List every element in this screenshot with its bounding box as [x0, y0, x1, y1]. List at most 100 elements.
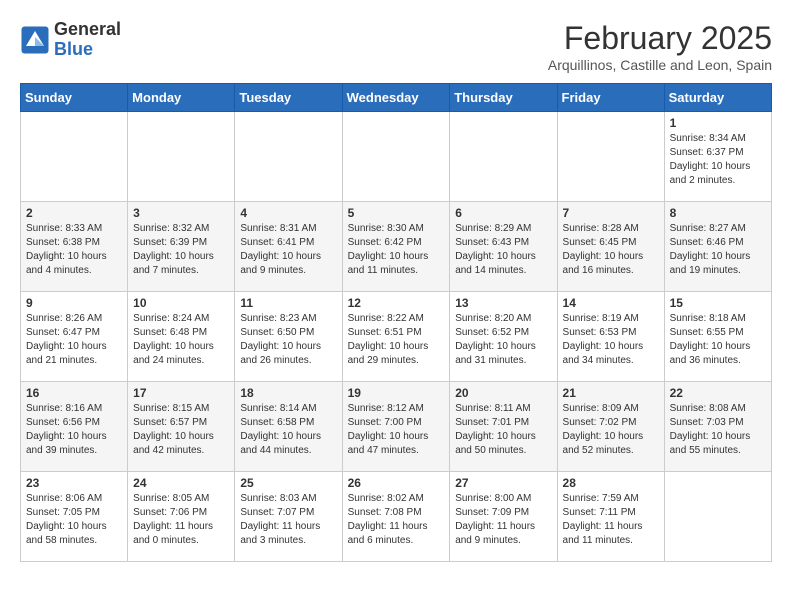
day-info: Sunrise: 8:09 AM Sunset: 7:02 PM Dayligh…	[563, 402, 659, 458]
calendar-cell: 9 Sunrise: 8:26 AM Sunset: 6:47 PM Daylig…	[21, 292, 128, 382]
day-info: Sunrise: 8:16 AM Sunset: 6:56 PM Dayligh…	[26, 402, 122, 458]
day-number: 11	[240, 296, 336, 310]
day-info: Sunrise: 8:00 AM Sunset: 7:09 PM Dayligh…	[455, 492, 551, 548]
day-number: 1	[670, 116, 766, 130]
day-number: 7	[563, 206, 659, 220]
calendar-cell: 5 Sunrise: 8:30 AM Sunset: 6:42 PM Daylig…	[342, 202, 450, 292]
calendar-cell: 7 Sunrise: 8:28 AM Sunset: 6:45 PM Daylig…	[557, 202, 664, 292]
calendar-cell: 6 Sunrise: 8:29 AM Sunset: 6:43 PM Daylig…	[450, 202, 557, 292]
day-info: Sunrise: 8:29 AM Sunset: 6:43 PM Dayligh…	[455, 222, 551, 278]
day-info: Sunrise: 8:18 AM Sunset: 6:55 PM Dayligh…	[670, 312, 766, 368]
day-number: 24	[133, 476, 229, 490]
calendar-table: SundayMondayTuesdayWednesdayThursdayFrid…	[20, 83, 772, 562]
day-info: Sunrise: 8:11 AM Sunset: 7:01 PM Dayligh…	[455, 402, 551, 458]
logo: General Blue	[20, 20, 121, 60]
day-number: 9	[26, 296, 122, 310]
day-info: Sunrise: 8:28 AM Sunset: 6:45 PM Dayligh…	[563, 222, 659, 278]
calendar-cell: 24Sunrise: 8:05 AM Sunset: 7:06 PM Dayli…	[128, 472, 235, 562]
col-header-tuesday: Tuesday	[235, 84, 342, 112]
day-info: Sunrise: 8:30 AM Sunset: 6:42 PM Dayligh…	[348, 222, 445, 278]
day-number: 13	[455, 296, 551, 310]
day-number: 18	[240, 386, 336, 400]
day-number: 19	[348, 386, 445, 400]
day-info: Sunrise: 8:08 AM Sunset: 7:03 PM Dayligh…	[670, 402, 766, 458]
day-number: 4	[240, 206, 336, 220]
day-info: Sunrise: 8:26 AM Sunset: 6:47 PM Dayligh…	[26, 312, 122, 368]
calendar-cell: 26Sunrise: 8:02 AM Sunset: 7:08 PM Dayli…	[342, 472, 450, 562]
logo-text: General Blue	[54, 20, 121, 60]
day-number: 20	[455, 386, 551, 400]
day-number: 26	[348, 476, 445, 490]
calendar-cell: 20 Sunrise: 8:11 AM Sunset: 7:01 PM Dayli…	[450, 382, 557, 472]
day-info: Sunrise: 8:19 AM Sunset: 6:53 PM Dayligh…	[563, 312, 659, 368]
calendar-cell: 3Sunrise: 8:32 AM Sunset: 6:39 PM Daylig…	[128, 202, 235, 292]
day-number: 22	[670, 386, 766, 400]
day-number: 25	[240, 476, 336, 490]
day-number: 5	[348, 206, 445, 220]
day-number: 10	[133, 296, 229, 310]
calendar-cell	[342, 112, 450, 202]
calendar-cell: 8Sunrise: 8:27 AM Sunset: 6:46 PM Daylig…	[664, 202, 771, 292]
week-row-1: 2 Sunrise: 8:33 AM Sunset: 6:38 PM Daylig…	[21, 202, 772, 292]
day-number: 16	[26, 386, 122, 400]
calendar-cell: 16 Sunrise: 8:16 AM Sunset: 6:56 PM Dayli…	[21, 382, 128, 472]
day-info: Sunrise: 8:14 AM Sunset: 6:58 PM Dayligh…	[240, 402, 336, 458]
calendar-cell: 14 Sunrise: 8:19 AM Sunset: 6:53 PM Dayli…	[557, 292, 664, 382]
title-block: February 2025 Arquillinos, Castille and …	[548, 20, 772, 73]
day-number: 6	[455, 206, 551, 220]
calendar-cell: 4 Sunrise: 8:31 AM Sunset: 6:41 PM Daylig…	[235, 202, 342, 292]
day-info: Sunrise: 8:12 AM Sunset: 7:00 PM Dayligh…	[348, 402, 445, 458]
calendar-cell: 28Sunrise: 7:59 AM Sunset: 7:11 PM Dayli…	[557, 472, 664, 562]
day-number: 15	[670, 296, 766, 310]
calendar-cell: 15 Sunrise: 8:18 AM Sunset: 6:55 PM Dayli…	[664, 292, 771, 382]
day-info: Sunrise: 8:27 AM Sunset: 6:46 PM Dayligh…	[670, 222, 766, 278]
day-number: 12	[348, 296, 445, 310]
col-header-sunday: Sunday	[21, 84, 128, 112]
calendar-cell: 11 Sunrise: 8:23 AM Sunset: 6:50 PM Dayli…	[235, 292, 342, 382]
day-number: 2	[26, 206, 122, 220]
col-header-saturday: Saturday	[664, 84, 771, 112]
day-number: 17	[133, 386, 229, 400]
calendar-cell: 27 Sunrise: 8:00 AM Sunset: 7:09 PM Dayli…	[450, 472, 557, 562]
col-header-wednesday: Wednesday	[342, 84, 450, 112]
calendar-cell: 22 Sunrise: 8:08 AM Sunset: 7:03 PM Dayli…	[664, 382, 771, 472]
col-header-monday: Monday	[128, 84, 235, 112]
day-number: 3	[133, 206, 229, 220]
logo-icon	[20, 25, 50, 55]
day-info: Sunrise: 8:22 AM Sunset: 6:51 PM Dayligh…	[348, 312, 445, 368]
calendar-cell: 1 Sunrise: 8:34 AM Sunset: 6:37 PM Daylig…	[664, 112, 771, 202]
calendar-cell	[235, 112, 342, 202]
calendar-cell: 23Sunrise: 8:06 AM Sunset: 7:05 PM Dayli…	[21, 472, 128, 562]
day-info: Sunrise: 8:33 AM Sunset: 6:38 PM Dayligh…	[26, 222, 122, 278]
week-row-3: 16 Sunrise: 8:16 AM Sunset: 6:56 PM Dayli…	[21, 382, 772, 472]
calendar-cell: 12 Sunrise: 8:22 AM Sunset: 6:51 PM Dayli…	[342, 292, 450, 382]
day-number: 14	[563, 296, 659, 310]
calendar-cell: 10 Sunrise: 8:24 AM Sunset: 6:48 PM Dayli…	[128, 292, 235, 382]
calendar-cell: 13 Sunrise: 8:20 AM Sunset: 6:52 PM Dayli…	[450, 292, 557, 382]
day-number: 21	[563, 386, 659, 400]
day-info: Sunrise: 8:06 AM Sunset: 7:05 PM Dayligh…	[26, 492, 122, 548]
calendar-cell: 21 Sunrise: 8:09 AM Sunset: 7:02 PM Dayli…	[557, 382, 664, 472]
calendar-cell	[21, 112, 128, 202]
calendar-cell: 17Sunrise: 8:15 AM Sunset: 6:57 PM Dayli…	[128, 382, 235, 472]
location: Arquillinos, Castille and Leon, Spain	[548, 57, 772, 73]
day-info: Sunrise: 7:59 AM Sunset: 7:11 PM Dayligh…	[563, 492, 659, 548]
day-info: Sunrise: 8:23 AM Sunset: 6:50 PM Dayligh…	[240, 312, 336, 368]
day-info: Sunrise: 8:34 AM Sunset: 6:37 PM Dayligh…	[670, 132, 766, 188]
day-number: 27	[455, 476, 551, 490]
col-header-friday: Friday	[557, 84, 664, 112]
calendar-cell	[128, 112, 235, 202]
week-row-4: 23Sunrise: 8:06 AM Sunset: 7:05 PM Dayli…	[21, 472, 772, 562]
day-info: Sunrise: 8:20 AM Sunset: 6:52 PM Dayligh…	[455, 312, 551, 368]
calendar-cell	[664, 472, 771, 562]
calendar-cell	[557, 112, 664, 202]
calendar-cell: 2 Sunrise: 8:33 AM Sunset: 6:38 PM Daylig…	[21, 202, 128, 292]
day-info: Sunrise: 8:03 AM Sunset: 7:07 PM Dayligh…	[240, 492, 336, 548]
calendar-cell	[450, 112, 557, 202]
week-row-0: 1 Sunrise: 8:34 AM Sunset: 6:37 PM Daylig…	[21, 112, 772, 202]
col-header-thursday: Thursday	[450, 84, 557, 112]
week-row-2: 9 Sunrise: 8:26 AM Sunset: 6:47 PM Daylig…	[21, 292, 772, 382]
calendar-cell: 19 Sunrise: 8:12 AM Sunset: 7:00 PM Dayli…	[342, 382, 450, 472]
day-info: Sunrise: 8:24 AM Sunset: 6:48 PM Dayligh…	[133, 312, 229, 368]
day-info: Sunrise: 8:31 AM Sunset: 6:41 PM Dayligh…	[240, 222, 336, 278]
